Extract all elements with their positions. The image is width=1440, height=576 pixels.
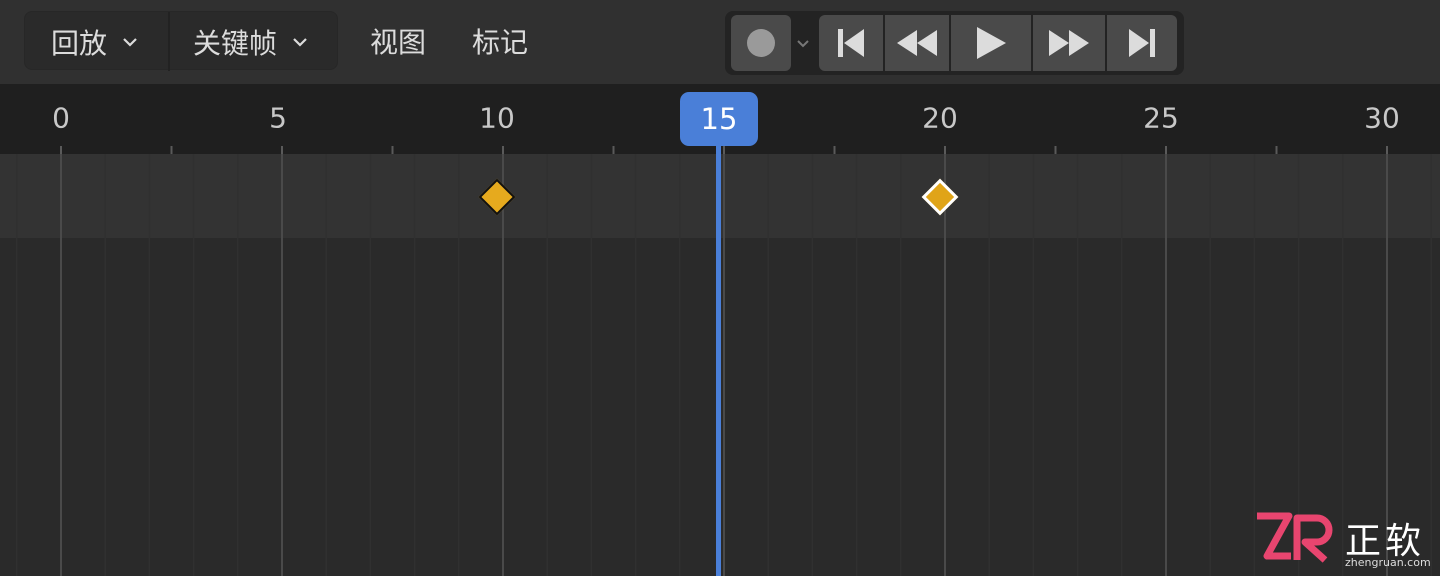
playback-menu-button[interactable]: 回放 bbox=[51, 12, 139, 71]
ruler-label: 25 bbox=[1143, 101, 1179, 135]
fast-forward-icon bbox=[1049, 30, 1089, 56]
timeline-editor: 回放 关键帧 视图 标记 0 5 10 20 25 30 15 正软 zheng… bbox=[0, 0, 1440, 576]
record-icon bbox=[747, 29, 775, 57]
timeline-header: 回放 关键帧 视图 标记 bbox=[0, 0, 1440, 84]
jump-to-previous-keyframe-button[interactable] bbox=[885, 15, 949, 71]
ruler-label: 10 bbox=[479, 101, 515, 135]
jump-to-start-button[interactable] bbox=[819, 15, 883, 71]
ruler-label: 30 bbox=[1364, 101, 1400, 135]
marker-menu-button[interactable]: 标记 bbox=[472, 11, 528, 70]
auto-key-record-button[interactable] bbox=[731, 15, 791, 71]
marker-menu-label: 标记 bbox=[472, 25, 529, 59]
playhead-line[interactable] bbox=[716, 146, 721, 576]
ruler-label: 5 bbox=[269, 101, 287, 135]
playback-menu-label: 回放 bbox=[51, 26, 108, 60]
play-button[interactable] bbox=[951, 15, 1031, 71]
play-icon bbox=[977, 27, 1006, 59]
jump-to-end-button[interactable] bbox=[1107, 15, 1177, 71]
chevron-down-icon bbox=[293, 37, 307, 47]
view-menu-label: 视图 bbox=[370, 25, 427, 59]
keyframe-menu-label: 关键帧 bbox=[193, 26, 278, 60]
menu-separator bbox=[168, 12, 170, 71]
ruler-label: 20 bbox=[922, 101, 958, 135]
watermark: 正软 zhengruan.com bbox=[1255, 512, 1435, 572]
current-frame-label: 15 bbox=[700, 102, 738, 136]
view-menu-button[interactable]: 视图 bbox=[370, 11, 426, 70]
watermark-url: zhengruan.com bbox=[1345, 556, 1431, 569]
jump-to-end-icon bbox=[1129, 29, 1155, 57]
current-frame-indicator[interactable]: 15 bbox=[680, 92, 758, 146]
chevron-down-icon[interactable] bbox=[795, 35, 811, 51]
menu-group: 回放 关键帧 bbox=[24, 11, 338, 71]
keyframe-menu-button[interactable]: 关键帧 bbox=[193, 12, 309, 71]
chevron-down-icon bbox=[123, 37, 137, 47]
ruler-label: 0 bbox=[52, 101, 70, 135]
watermark-logo bbox=[1257, 512, 1333, 563]
jump-to-next-keyframe-button[interactable] bbox=[1033, 15, 1105, 71]
jump-to-start-icon bbox=[838, 29, 864, 57]
transport-controls bbox=[725, 11, 1184, 75]
rewind-icon bbox=[897, 30, 937, 56]
